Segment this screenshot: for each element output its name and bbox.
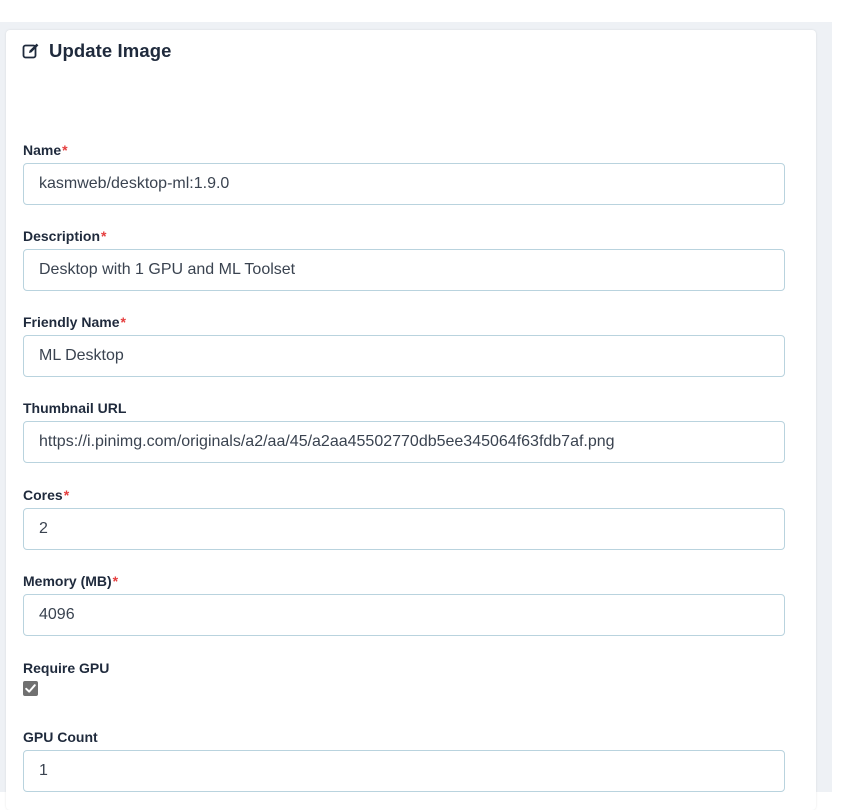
required-marker: * xyxy=(112,573,119,589)
edit-icon xyxy=(22,42,40,60)
form-header: Update Image xyxy=(22,40,172,62)
gpu-count-label: GPU Count xyxy=(23,728,785,746)
require-gpu-field: Require GPU xyxy=(23,659,109,696)
required-marker: * xyxy=(120,314,126,330)
cores-input[interactable] xyxy=(23,508,785,550)
cores-field: Cores * xyxy=(23,486,785,550)
thumbnail-url-label: Thumbnail URL xyxy=(23,399,785,417)
require-gpu-checkbox[interactable] xyxy=(23,681,38,696)
description-label: Description * xyxy=(23,227,785,245)
thumbnail-url-input[interactable] xyxy=(23,421,785,463)
required-marker: * xyxy=(63,487,70,503)
memory-field: Memory (MB) * xyxy=(23,572,785,636)
name-label-text: Name xyxy=(23,142,62,158)
cores-label: Cores * xyxy=(23,486,785,504)
gpu-count-label-text: GPU Count xyxy=(23,729,98,745)
description-label-text: Description xyxy=(23,228,101,244)
name-field: Name * xyxy=(23,141,785,205)
cores-label-text: Cores xyxy=(23,487,63,503)
friendly-name-label: Friendly Name * xyxy=(23,313,785,331)
gpu-count-field: GPU Count xyxy=(23,728,785,792)
name-label: Name * xyxy=(23,141,785,159)
required-marker: * xyxy=(101,228,107,244)
thumbnail-url-field: Thumbnail URL xyxy=(23,399,785,463)
gpu-count-input[interactable] xyxy=(23,750,785,792)
description-input[interactable] xyxy=(23,249,785,291)
friendly-name-field: Friendly Name * xyxy=(23,313,785,377)
memory-label: Memory (MB) * xyxy=(23,572,785,590)
page-title: Update Image xyxy=(49,40,172,61)
require-gpu-label: Require GPU xyxy=(23,659,109,677)
friendly-name-label-text: Friendly Name xyxy=(23,314,120,330)
require-gpu-label-text: Require GPU xyxy=(23,660,110,676)
memory-label-text: Memory (MB) xyxy=(23,573,112,589)
checkmark-icon xyxy=(25,684,36,693)
required-marker: * xyxy=(62,142,68,158)
memory-input[interactable] xyxy=(23,594,785,636)
thumbnail-url-label-text: Thumbnail URL xyxy=(23,400,127,416)
description-field: Description * xyxy=(23,227,785,291)
name-input[interactable] xyxy=(23,163,785,205)
friendly-name-input[interactable] xyxy=(23,335,785,377)
